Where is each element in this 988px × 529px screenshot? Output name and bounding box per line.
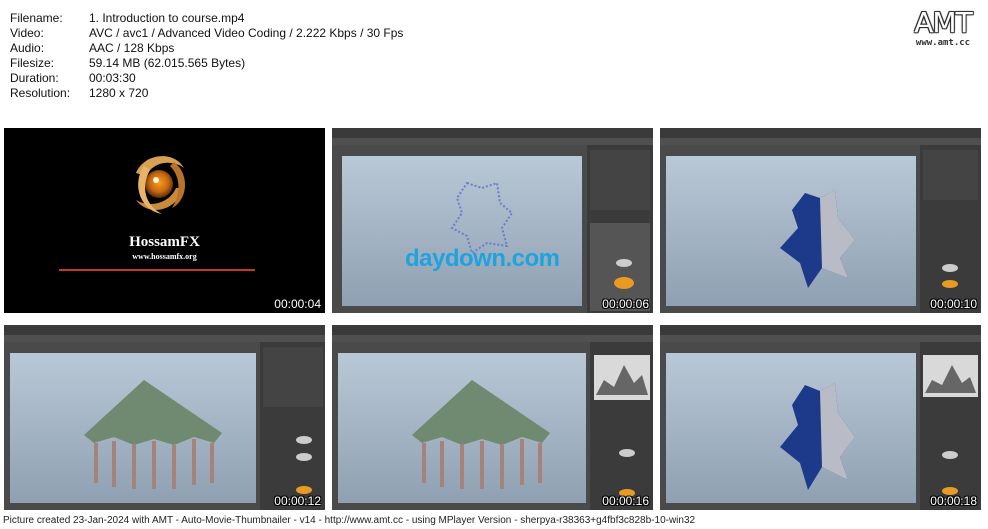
houdini-viewport-screenshot (660, 325, 981, 510)
thumbnail-3[interactable]: 00:00:10 (660, 128, 981, 313)
houdini-viewport-screenshot (4, 325, 325, 510)
filesize-value: 59.14 MB (62.015.565 Bytes) (89, 56, 246, 70)
footer-credit: Picture created 23-Jan-2024 with AMT - A… (3, 515, 696, 526)
intro-url: www.hossamfx.org (132, 252, 197, 261)
amt-logo-url: www.amt.cc (915, 38, 971, 48)
file-info: Filename: 1. Introduction to course.mp4 V… (10, 11, 403, 101)
duration-row: Duration: 00:03:30 (10, 71, 403, 86)
watermark: daydown.com (405, 245, 560, 273)
resolution-row: Resolution: 1280 x 720 (10, 86, 403, 101)
thumbnail-timestamp: 00:00:16 (602, 494, 649, 508)
video-label: Video: (10, 26, 44, 40)
watermark-text: daydown.com (405, 245, 560, 272)
amt-logo: AMT www.amt.cc (912, 6, 974, 49)
thumbnail-timestamp: 00:00:12 (274, 494, 321, 508)
houdini-viewport-screenshot (660, 128, 981, 313)
filename-row: Filename: 1. Introduction to course.mp4 (10, 11, 403, 26)
intro-brand: HossamFX (129, 234, 200, 250)
filename-label: Filename: (10, 11, 63, 25)
filename-value: 1. Introduction to course.mp4 (89, 11, 245, 25)
video-value: AVC / avc1 / Advanced Video Coding / 2.2… (89, 26, 404, 40)
duration-value: 00:03:30 (89, 71, 136, 85)
hossamfx-emblem-icon (136, 156, 186, 214)
resolution-value: 1280 x 720 (89, 86, 149, 100)
thumbnail-timestamp: 00:00:04 (274, 297, 321, 311)
houdini-viewport-screenshot (332, 325, 653, 510)
thumbnail-4[interactable]: 00:00:12 (4, 325, 325, 510)
amt-logo-text: AMT (914, 6, 972, 39)
audio-label: Audio: (10, 41, 45, 55)
thumbnail-1[interactable]: HossamFX www.hossamfx.org 00:00:04 (4, 128, 325, 313)
thumbnail-2[interactable]: daydown.com 00:00:06 (332, 128, 653, 313)
video-row: Video: AVC / avc1 / Advanced Video Coding… (10, 26, 403, 41)
thumbnail-timestamp: 00:00:18 (930, 494, 977, 508)
filesize-label: Filesize: (10, 56, 55, 70)
thumbnail-timestamp: 00:00:06 (602, 297, 649, 311)
resolution-label: Resolution: (10, 86, 71, 100)
houdini-viewport-screenshot (332, 128, 653, 313)
filesize-row: Filesize: 59.14 MB (62.015.565 Bytes) (10, 56, 403, 71)
duration-label: Duration: (10, 71, 59, 85)
thumbnail-6[interactable]: 00:00:18 (660, 325, 981, 510)
thumbnail-5[interactable]: 00:00:16 (332, 325, 653, 510)
audio-value: AAC / 128 Kbps (89, 41, 175, 55)
intro-divider (59, 269, 255, 271)
thumbnail-timestamp: 00:00:10 (930, 297, 977, 311)
audio-row: Audio: AAC / 128 Kbps (10, 41, 403, 56)
